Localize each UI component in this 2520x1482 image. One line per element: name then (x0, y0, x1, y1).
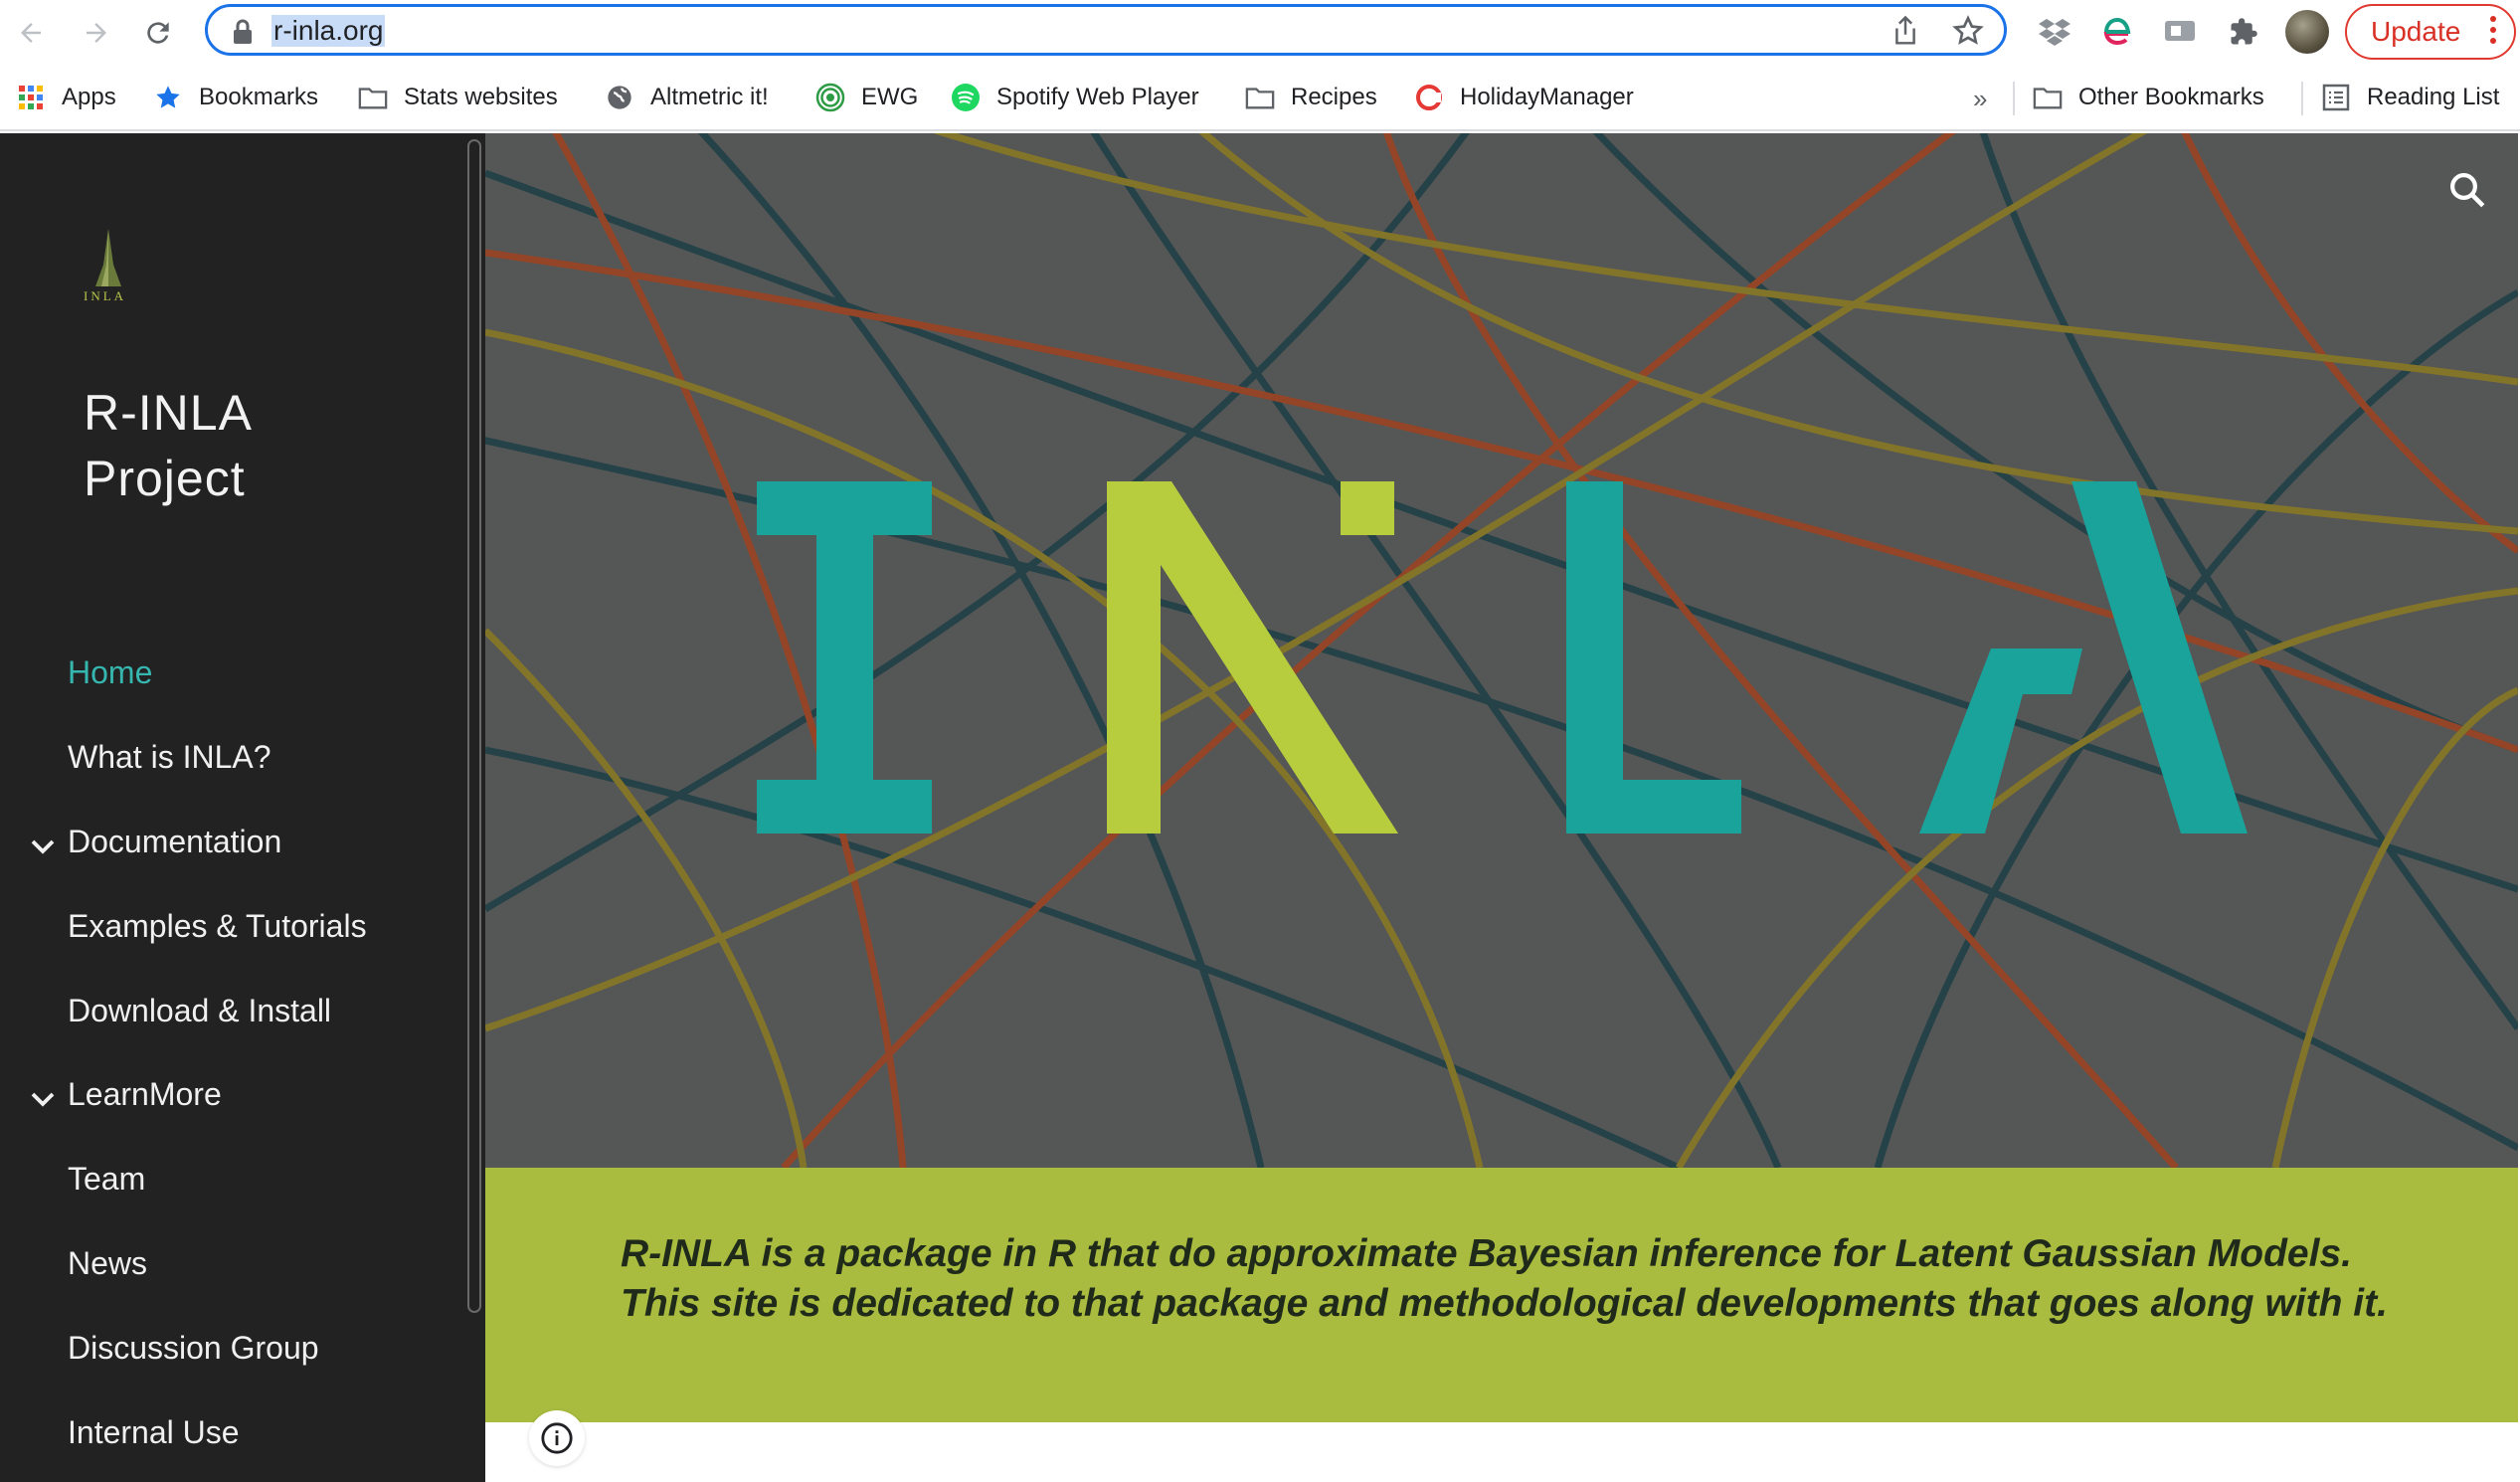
tagline-section: R-INLA is a package in R that do approxi… (485, 1168, 2518, 1422)
search-icon[interactable] (2446, 169, 2488, 211)
globe-icon (605, 83, 634, 112)
reading-list-icon (2321, 83, 2351, 112)
spotify-icon (951, 83, 981, 112)
profile-avatar[interactable] (2285, 10, 2329, 54)
nav-news[interactable]: News (68, 1245, 147, 1282)
site-title-line1: R-INLA (84, 385, 253, 441)
folder-icon (2033, 83, 2063, 112)
bookmark-altmetric[interactable]: Altmetric it! (605, 80, 769, 115)
screen-extension[interactable] (2160, 12, 2200, 52)
arrow-right-icon (87, 23, 106, 43)
bookmark-stats-websites[interactable]: Stats websites (358, 80, 558, 115)
info-icon (541, 1422, 573, 1454)
sidebar-scrollbar[interactable] (467, 139, 481, 1313)
url-text[interactable]: r-inla.org (271, 15, 386, 47)
nav-examples-tutorials[interactable]: Examples & Tutorials (68, 908, 367, 945)
nav-download-install[interactable]: Download & Install (68, 993, 331, 1029)
ewg-icon (815, 83, 845, 112)
browser-toolbar: r-inla.org Update (0, 0, 2520, 66)
site-title-line2: Project (84, 451, 246, 506)
folder-icon (1245, 83, 1275, 112)
bookmark-recipes[interactable]: Recipes (1245, 80, 1377, 115)
bookmark-label: Other Bookmarks (2078, 84, 2264, 110)
more-bookmarks-chevron[interactable]: » (1973, 84, 1987, 114)
extensions-button[interactable] (2224, 12, 2263, 52)
site-info-button[interactable] (529, 1410, 585, 1466)
site-title[interactable]: R-INLA Project (84, 380, 442, 511)
bookmark-label: Apps (62, 84, 116, 110)
bookmark-label: Spotify Web Player (996, 84, 1199, 110)
share-icon[interactable] (1890, 15, 1920, 47)
update-label: Update (2371, 16, 2461, 47)
hero-banner (485, 133, 2518, 1168)
nav-what-is-inla[interactable]: What is INLA? (68, 739, 271, 776)
hero-letter-l (1566, 481, 1741, 834)
forward-button[interactable] (70, 6, 123, 60)
bookmark-divider (2301, 82, 2303, 115)
bookmark-label: Recipes (1291, 84, 1377, 110)
dropbox-extension[interactable] (2035, 12, 2074, 52)
hero-letter-a (1919, 481, 2248, 834)
bookmarks-bar: Apps Bookmarks Stats websites Altmetric … (0, 66, 2520, 131)
bookmark-holidaymanager[interactable]: HolidayManager (1414, 80, 1634, 115)
bookmark-label: Bookmarks (199, 84, 319, 110)
hero-letter-i (757, 481, 932, 834)
site-sidebar: INLA R-INLA Project Home What is INLA? D… (0, 133, 485, 1482)
update-button[interactable]: Update (2345, 4, 2516, 60)
nav-home[interactable]: Home (68, 654, 152, 691)
star-icon (153, 83, 183, 112)
screen-icon (2165, 21, 2195, 41)
nav-team[interactable]: Team (68, 1161, 145, 1198)
address-bar[interactable]: r-inla.org (205, 4, 2007, 56)
bookmark-spotify[interactable]: Spotify Web Player (951, 80, 1199, 115)
bookmark-label: Reading List (2367, 84, 2500, 110)
apps-grid-icon (16, 83, 46, 112)
folder-icon (358, 83, 388, 112)
bookmark-label: Stats websites (404, 84, 558, 110)
bookmark-apps[interactable]: Apps (16, 80, 116, 115)
inla-logo[interactable]: INLA (82, 225, 135, 304)
back-button[interactable] (4, 6, 58, 60)
bookmark-bookmarks[interactable]: Bookmarks (153, 80, 318, 115)
nav-discussion-group[interactable]: Discussion Group (68, 1330, 319, 1367)
reading-list-button[interactable]: Reading List (2321, 80, 2499, 115)
chevron-down-icon[interactable] (28, 1084, 58, 1114)
bookmark-label: HolidayManager (1460, 84, 1634, 110)
bookmark-divider (2013, 82, 2015, 115)
holiday-icon (1414, 83, 1444, 112)
lock-icon (234, 19, 252, 44)
bookmark-star-icon[interactable] (1952, 15, 1984, 47)
nav-documentation[interactable]: Documentation (68, 824, 281, 860)
nav-internal-use[interactable]: Internal Use (68, 1414, 240, 1451)
logo-text: INLA (84, 288, 126, 303)
inla-hero-logo (757, 481, 2248, 834)
tagline-text: R-INLA is a package in R that do approxi… (621, 1232, 2388, 1325)
nav-learnmore[interactable]: LearnMore (68, 1076, 222, 1113)
bookmark-other-bookmarks[interactable]: Other Bookmarks (2033, 80, 2264, 115)
reload-button[interactable] (131, 6, 185, 60)
bookmark-label: Altmetric it! (650, 84, 769, 110)
dropbox-icon (2039, 19, 2070, 46)
chevron-down-icon[interactable] (28, 832, 58, 861)
edge-extension[interactable] (2096, 12, 2136, 52)
bookmark-ewg[interactable]: EWG (815, 80, 918, 115)
hero-letter-n (1107, 481, 1398, 834)
arrow-left-icon (21, 23, 41, 43)
bookmark-label: EWG (861, 84, 919, 110)
e-logo-icon (2103, 17, 2131, 46)
reload-icon (147, 22, 169, 44)
menu-dots-icon (2490, 16, 2496, 49)
puzzle-icon (2231, 18, 2257, 45)
